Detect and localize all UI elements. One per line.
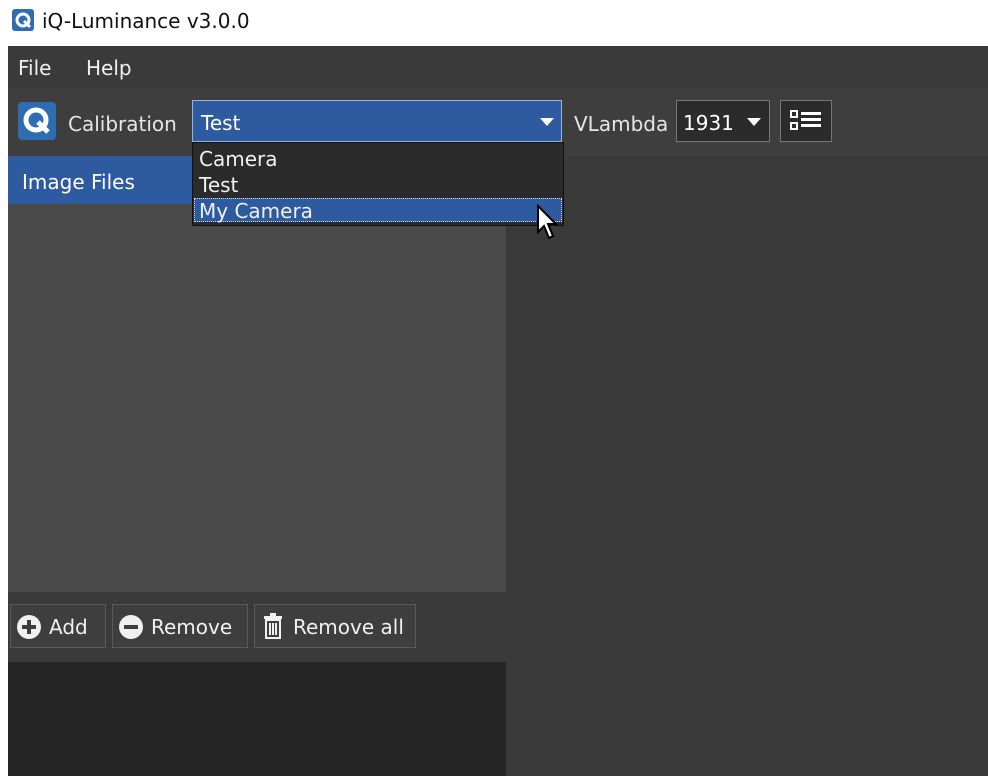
window-title: iQ-Luminance v3.0.0 xyxy=(42,9,250,33)
menu-bar: File Help xyxy=(8,46,988,88)
calibration-value: Test xyxy=(201,111,241,135)
iq-logo-icon[interactable] xyxy=(18,102,56,140)
remove-label: Remove xyxy=(151,615,233,639)
chevron-down-icon[interactable] xyxy=(533,101,561,141)
dropdown-option-my-camera[interactable]: My Camera xyxy=(199,199,313,223)
chevron-down-icon[interactable] xyxy=(747,118,761,126)
calibration-dropdown-list: Camera Test My Camera xyxy=(192,142,564,226)
remove-all-button[interactable]: Remove all xyxy=(254,604,416,648)
vlambda-label: VLambda xyxy=(574,112,669,136)
add-label: Add xyxy=(49,615,88,639)
remove-button[interactable]: Remove xyxy=(112,604,248,648)
image-files-label: Image Files xyxy=(22,170,135,194)
calibration-select[interactable]: Test xyxy=(192,100,562,142)
calibration-label: Calibration xyxy=(68,112,177,136)
dropdown-option-camera[interactable]: Camera xyxy=(199,147,278,171)
trash-icon xyxy=(261,612,285,645)
file-actions-bar: Add Remove Remove all xyxy=(8,592,506,662)
remove-all-label: Remove all xyxy=(293,615,404,639)
menu-help[interactable]: Help xyxy=(86,56,132,80)
list-icon xyxy=(790,110,821,130)
plus-circle-icon xyxy=(17,615,41,639)
minus-circle-icon xyxy=(119,615,143,639)
title-bar: iQ-Luminance v3.0.0 xyxy=(0,0,988,46)
menu-file[interactable]: File xyxy=(18,56,51,80)
vlambda-select[interactable]: 1931 xyxy=(676,100,770,142)
add-button[interactable]: Add xyxy=(10,604,106,648)
iq-logo-icon xyxy=(12,9,34,31)
preview-panel xyxy=(506,156,988,776)
details-panel xyxy=(8,662,506,776)
dropdown-option-test[interactable]: Test xyxy=(199,173,238,197)
list-view-button[interactable] xyxy=(780,100,832,142)
mouse-cursor-icon xyxy=(536,203,560,247)
vlambda-value: 1931 xyxy=(683,111,734,135)
